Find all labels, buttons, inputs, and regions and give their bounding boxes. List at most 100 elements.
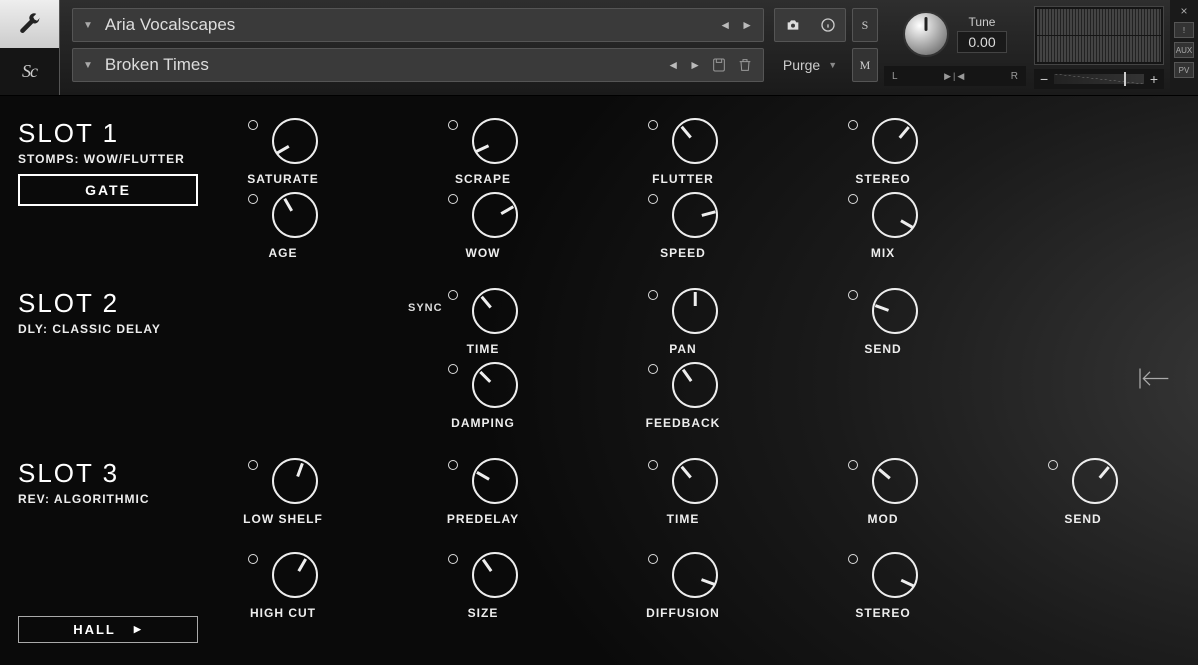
reverb-type-button[interactable]: HALL▶ — [18, 616, 198, 643]
knob-led[interactable] — [648, 364, 658, 374]
knob-led[interactable] — [848, 194, 858, 204]
param-knob[interactable] — [472, 192, 518, 238]
param-knob[interactable] — [472, 552, 518, 598]
knob-led[interactable] — [448, 554, 458, 564]
info-icon[interactable] — [820, 17, 836, 33]
param-knob[interactable] — [272, 458, 318, 504]
pv-button[interactable]: PV — [1174, 62, 1194, 78]
param-knob[interactable] — [472, 118, 518, 164]
slot-subtitle: REV: ALGORITHMIC — [18, 492, 238, 506]
solo-button[interactable]: S — [852, 8, 878, 42]
slot-left-column: SLOT 3 REV: ALGORITHMIC HALL▶ — [18, 456, 238, 643]
knob-led[interactable] — [248, 194, 258, 204]
knob-led[interactable] — [248, 554, 258, 564]
header-tool-column: Sc — [0, 0, 60, 95]
instrument-dropdown[interactable]: ▼ Aria Vocalscapes ◄ ► — [72, 8, 764, 42]
library-logo-text: Sc — [22, 61, 37, 82]
tune-section: Tune 0.00 L ▶|◀ R — [880, 0, 1030, 95]
knob-led[interactable] — [648, 460, 658, 470]
knob-led[interactable] — [248, 460, 258, 470]
volume-bar[interactable]: − + — [1034, 69, 1164, 89]
knob-led[interactable] — [248, 120, 258, 130]
param-knob[interactable] — [872, 118, 918, 164]
knob-led[interactable] — [848, 554, 858, 564]
next-preset-icon[interactable]: ► — [689, 58, 701, 72]
knob-led[interactable] — [448, 120, 458, 130]
param-knob[interactable] — [672, 288, 718, 334]
output-meter — [1034, 6, 1164, 65]
param-knob[interactable] — [1072, 458, 1118, 504]
param-knob[interactable] — [672, 458, 718, 504]
tune-value[interactable]: 0.00 — [957, 31, 1006, 53]
knob-led[interactable] — [648, 120, 658, 130]
dropdown-caret-icon: ▼ — [83, 20, 93, 31]
preset-dropdown[interactable]: ▼ Broken Times ◄ ► — [72, 48, 764, 82]
param-knob[interactable] — [872, 288, 918, 334]
purge-label-text: Purge — [783, 57, 820, 73]
next-instrument-icon[interactable]: ► — [741, 18, 753, 32]
knob-grid: LOW SHELF PREDELAY — [238, 456, 1128, 643]
collapse-panel-button[interactable] — [1130, 362, 1170, 399]
knob-led[interactable] — [648, 194, 658, 204]
knob-label: MIX — [871, 246, 895, 260]
param-knob[interactable] — [272, 192, 318, 238]
param-knob[interactable] — [672, 552, 718, 598]
param-knob[interactable] — [272, 118, 318, 164]
knob-label: LOW SHELF — [243, 512, 323, 526]
knob-led[interactable] — [848, 290, 858, 300]
knob-cell: SIZE — [438, 550, 528, 640]
pan-bar[interactable]: L ▶|◀ R — [884, 66, 1026, 86]
knob-led[interactable] — [448, 290, 458, 300]
param-knob[interactable] — [872, 552, 918, 598]
param-knob[interactable] — [872, 458, 918, 504]
exclaim-button[interactable]: ! — [1174, 22, 1194, 38]
param-knob[interactable] — [672, 118, 718, 164]
knob-cell: LOW SHELF — [238, 456, 328, 546]
knob-grid: SYNC TIME PAN — [238, 286, 928, 434]
param-knob[interactable] — [672, 362, 718, 408]
knob-led[interactable] — [848, 460, 858, 470]
param-knob[interactable] — [472, 458, 518, 504]
fx-slot: SLOT 3 REV: ALGORITHMIC HALL▶ LOW SHELF — [18, 456, 1198, 643]
prev-instrument-icon[interactable]: ◄ — [719, 18, 731, 32]
knob-led[interactable] — [448, 460, 458, 470]
collapse-arrow-icon — [1130, 362, 1170, 394]
library-logo[interactable]: Sc — [0, 48, 60, 96]
camera-icon[interactable] — [785, 17, 801, 33]
param-knob[interactable] — [872, 192, 918, 238]
snapshot-info-row — [774, 8, 846, 42]
param-knob[interactable] — [672, 192, 718, 238]
knob-cell: MIX — [838, 190, 928, 260]
pan-center-icon: ▶|◀ — [944, 71, 964, 82]
chevron-right-icon: ▶ — [134, 624, 143, 635]
slot-left-column: SLOT 1 STOMPS: WOW/FLUTTER GATE — [18, 116, 238, 264]
knob-cell: SYNC TIME — [438, 286, 528, 356]
knob-led[interactable] — [648, 554, 658, 564]
knob-led[interactable] — [1048, 460, 1058, 470]
knob-label: SATURATE — [247, 172, 319, 186]
mute-button[interactable]: M — [852, 48, 878, 82]
knob-led[interactable] — [648, 290, 658, 300]
knob-led[interactable] — [448, 194, 458, 204]
save-icon[interactable] — [711, 57, 727, 73]
param-knob[interactable] — [272, 552, 318, 598]
knob-label: PAN — [669, 342, 696, 356]
param-knob[interactable] — [472, 288, 518, 334]
param-knob[interactable] — [472, 362, 518, 408]
prev-preset-icon[interactable]: ◄ — [667, 58, 679, 72]
trash-icon[interactable] — [737, 57, 753, 73]
volume-slider[interactable] — [1054, 74, 1144, 84]
pan-left-label: L — [892, 71, 898, 82]
knob-cell: STEREO — [838, 550, 928, 640]
close-button[interactable]: × — [1180, 4, 1187, 18]
knob-label: FLUTTER — [652, 172, 714, 186]
gate-button[interactable]: GATE — [18, 174, 198, 206]
tune-knob[interactable] — [903, 11, 949, 57]
purge-menu[interactable]: Purge ▼ — [774, 48, 846, 82]
wrench-button[interactable] — [0, 0, 60, 48]
knob-led[interactable] — [848, 120, 858, 130]
knob-cell: SPEED — [638, 190, 728, 260]
knob-led[interactable] — [448, 364, 458, 374]
aux-button[interactable]: AUX — [1174, 42, 1194, 58]
tune-label: Tune — [969, 15, 996, 29]
